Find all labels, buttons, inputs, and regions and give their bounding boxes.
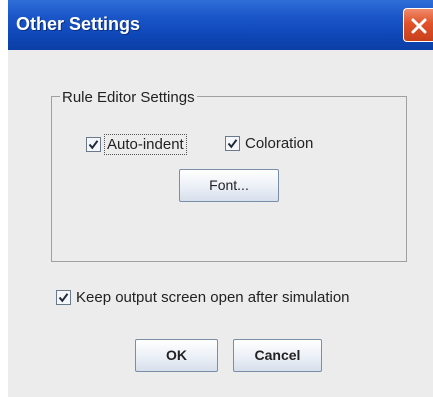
dialog-title: Other Settings [16, 14, 141, 34]
ok-button[interactable]: OK [135, 339, 218, 372]
checkmark-icon [88, 140, 99, 150]
close-icon [411, 18, 427, 34]
close-button[interactable] [403, 8, 433, 42]
coloration-label: Coloration [245, 135, 314, 152]
checkmark-icon [58, 293, 69, 303]
checkmark-icon [227, 139, 238, 149]
title-bar[interactable]: Other Settings [8, 0, 433, 50]
font-button[interactable]: Font... [179, 169, 279, 202]
keep-output-open-label: Keep output screen open after simulation [76, 289, 350, 306]
other-settings-dialog: Other Settings Rule Editor Settings Auto… [8, 0, 433, 397]
background-window-edge [0, 0, 8, 397]
coloration-option[interactable]: Coloration [225, 135, 313, 152]
cancel-button[interactable]: Cancel [233, 339, 322, 372]
rule-editor-settings-label: Rule Editor Settings [60, 89, 197, 106]
auto-indent-label: Auto-indent [104, 134, 187, 155]
auto-indent-option[interactable]: Auto-indent [86, 134, 187, 155]
auto-indent-checkbox[interactable] [86, 137, 101, 152]
coloration-checkbox[interactable] [225, 136, 240, 151]
keep-output-open-option[interactable]: Keep output screen open after simulation [56, 289, 350, 306]
keep-output-open-checkbox[interactable] [56, 290, 71, 305]
